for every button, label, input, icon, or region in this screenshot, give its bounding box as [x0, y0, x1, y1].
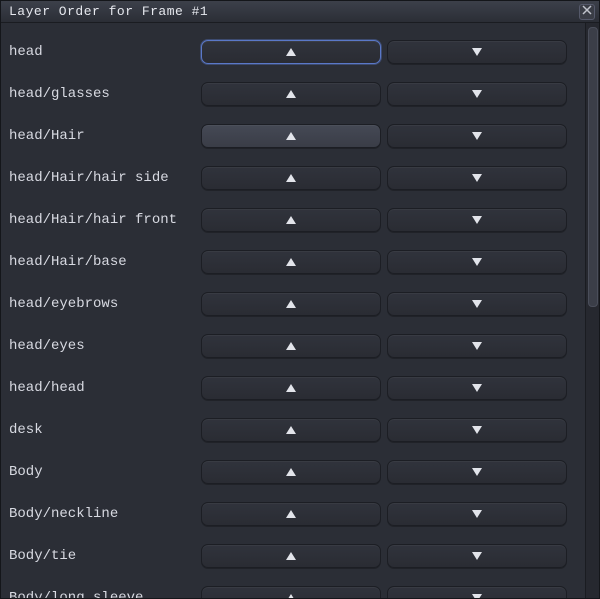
move-up-button[interactable] [201, 502, 381, 526]
move-down-button[interactable] [387, 40, 567, 64]
layer-label: head/Hair/hair side [9, 170, 195, 186]
triangle-up-icon [286, 45, 296, 60]
layer-row: Body/long sleeve [9, 577, 581, 598]
triangle-up-icon [286, 423, 296, 438]
triangle-down-icon [472, 591, 482, 599]
layer-row: Body/neckline [9, 493, 581, 535]
layer-row: head/Hair/hair side [9, 157, 581, 199]
triangle-down-icon [472, 465, 482, 480]
layer-row: Body [9, 451, 581, 493]
layer-row: head/Hair/hair front [9, 199, 581, 241]
layer-label: Body/neckline [9, 506, 195, 522]
triangle-down-icon [472, 339, 482, 354]
move-up-button[interactable] [201, 250, 381, 274]
move-down-button[interactable] [387, 376, 567, 400]
move-up-button[interactable] [201, 418, 381, 442]
triangle-up-icon [286, 87, 296, 102]
move-up-button[interactable] [201, 376, 381, 400]
triangle-down-icon [472, 213, 482, 228]
move-up-button[interactable] [201, 166, 381, 190]
triangle-down-icon [472, 297, 482, 312]
layer-label: Body/long sleeve [9, 590, 195, 598]
layer-label: Body/tie [9, 548, 195, 564]
triangle-down-icon [472, 129, 482, 144]
layer-row: head/eyebrows [9, 283, 581, 325]
layer-label: head/Hair/base [9, 254, 195, 270]
move-up-button[interactable] [201, 40, 381, 64]
move-up-button[interactable] [201, 82, 381, 106]
triangle-up-icon [286, 171, 296, 186]
layer-row: head/eyes [9, 325, 581, 367]
move-down-button[interactable] [387, 208, 567, 232]
layer-label: head/eyes [9, 338, 195, 354]
layer-label: head/eyebrows [9, 296, 195, 312]
move-down-button[interactable] [387, 166, 567, 190]
move-down-button[interactable] [387, 502, 567, 526]
move-up-button[interactable] [201, 544, 381, 568]
move-up-button[interactable] [201, 124, 381, 148]
move-down-button[interactable] [387, 586, 567, 598]
layer-row: head/head [9, 367, 581, 409]
scroll-thumb[interactable] [588, 27, 598, 307]
triangle-down-icon [472, 381, 482, 396]
triangle-up-icon [286, 465, 296, 480]
layer-label: head/glasses [9, 86, 195, 102]
move-down-button[interactable] [387, 460, 567, 484]
layer-row: head/Hair/base [9, 241, 581, 283]
layer-label: desk [9, 422, 195, 438]
triangle-down-icon [472, 87, 482, 102]
layer-row: head/Hair [9, 115, 581, 157]
triangle-up-icon [286, 297, 296, 312]
layer-list: head head/glasses head/Hair head/Hair/hair … [1, 23, 585, 598]
scrollbar[interactable] [585, 23, 599, 598]
triangle-down-icon [472, 507, 482, 522]
triangle-up-icon [286, 339, 296, 354]
triangle-up-icon [286, 591, 296, 599]
triangle-down-icon [472, 255, 482, 270]
layer-label: head/Hair [9, 128, 195, 144]
close-button[interactable] [579, 4, 595, 20]
layer-row: desk [9, 409, 581, 451]
move-down-button[interactable] [387, 334, 567, 358]
layer-row: head/glasses [9, 73, 581, 115]
move-up-button[interactable] [201, 292, 381, 316]
close-icon [582, 4, 592, 19]
layer-row: head [9, 31, 581, 73]
move-up-button[interactable] [201, 460, 381, 484]
move-up-button[interactable] [201, 334, 381, 358]
titlebar: Layer Order for Frame #1 [1, 1, 599, 23]
layer-label: Body [9, 464, 195, 480]
layer-label: head/head [9, 380, 195, 396]
move-up-button[interactable] [201, 586, 381, 598]
triangle-up-icon [286, 549, 296, 564]
window-title: Layer Order for Frame #1 [9, 4, 579, 19]
move-down-button[interactable] [387, 418, 567, 442]
move-down-button[interactable] [387, 544, 567, 568]
triangle-down-icon [472, 549, 482, 564]
move-up-button[interactable] [201, 208, 381, 232]
layer-label: head/Hair/hair front [9, 212, 195, 228]
triangle-down-icon [472, 171, 482, 186]
triangle-down-icon [472, 423, 482, 438]
move-down-button[interactable] [387, 292, 567, 316]
layer-row: Body/tie [9, 535, 581, 577]
triangle-up-icon [286, 255, 296, 270]
layer-label: head [9, 44, 195, 60]
triangle-down-icon [472, 45, 482, 60]
content-area: head head/glasses head/Hair head/Hair/hair … [1, 23, 599, 598]
layer-order-window: Layer Order for Frame #1 head head/glasse… [0, 0, 600, 599]
move-down-button[interactable] [387, 82, 567, 106]
triangle-up-icon [286, 381, 296, 396]
triangle-up-icon [286, 213, 296, 228]
move-down-button[interactable] [387, 250, 567, 274]
move-down-button[interactable] [387, 124, 567, 148]
triangle-up-icon [286, 129, 296, 144]
triangle-up-icon [286, 507, 296, 522]
